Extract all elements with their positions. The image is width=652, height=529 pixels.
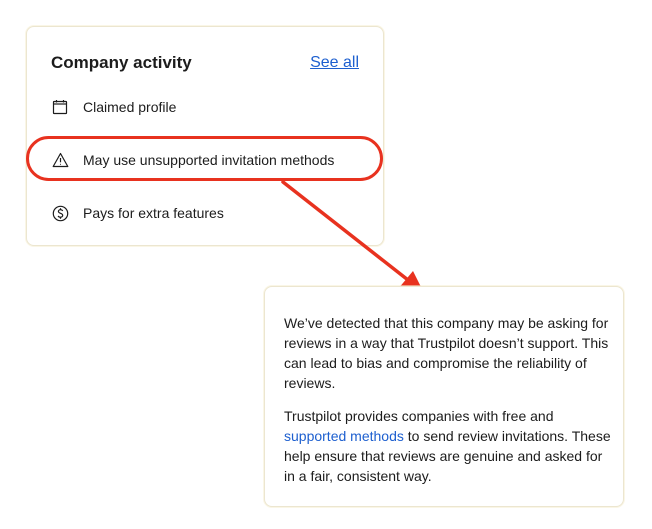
calendar-icon <box>51 98 69 116</box>
see-all-link[interactable]: See all <box>310 54 359 72</box>
activity-item-label: Pays for extra features <box>83 205 224 221</box>
activity-item-label: Claimed profile <box>83 99 177 115</box>
supported-methods-link[interactable]: supported methods <box>284 428 404 444</box>
activity-item-claimed-profile: Claimed profile <box>51 97 176 117</box>
activity-item-pays-extra-features: Pays for extra features <box>51 203 224 223</box>
dollar-circle-icon <box>51 204 69 222</box>
invitation-info-tooltip: We’ve detected that this company may be … <box>264 286 624 507</box>
card-title: Company activity <box>51 53 192 72</box>
highlight-ring-annotation <box>26 136 383 181</box>
tooltip-paragraph-methods: Trustpilot provides companies with free … <box>284 406 611 486</box>
tooltip-text: Trustpilot provides companies with free … <box>284 408 554 424</box>
tooltip-paragraph-detection: We’ve detected that this company may be … <box>284 315 609 391</box>
